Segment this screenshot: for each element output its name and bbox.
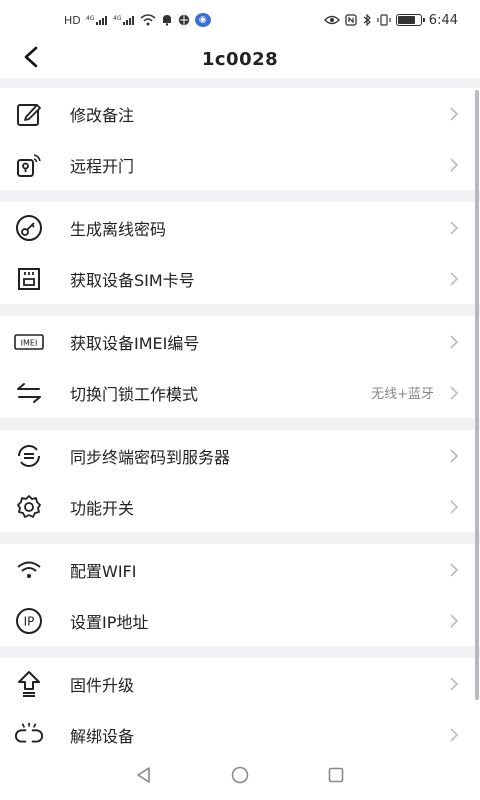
- signal-4g-icon: 4G: [86, 14, 108, 26]
- menu-item-configure-wifi[interactable]: 配置WIFI: [0, 544, 480, 595]
- sync-icon: [14, 441, 44, 471]
- settings-list[interactable]: 修改备注 远程开门 生成离线密码 获取设备SIM卡号 IMEI 获取设备IMEI…: [0, 78, 480, 760]
- menu-group: IMEI 获取设备IMEI编号 切换门锁工作模式 无线+蓝牙: [0, 316, 480, 418]
- triangle-back-icon: [134, 765, 154, 789]
- upgrade-icon: [14, 669, 44, 699]
- menu-item-set-ip[interactable]: IP 设置IP地址: [0, 595, 480, 646]
- menu-item-label: 解绑设备: [70, 726, 135, 746]
- menu-item-label: 配置WIFI: [70, 561, 137, 581]
- battery-icon: [395, 14, 425, 26]
- menu-item-offline-password[interactable]: 生成离线密码: [0, 202, 480, 253]
- chevron-right-icon: [448, 106, 460, 122]
- chevron-right-icon: [448, 562, 460, 578]
- chevron-right-icon: [448, 448, 460, 464]
- chevron-right-icon: [448, 157, 460, 173]
- wifi-icon: [14, 555, 44, 585]
- page-title: 1c0028: [201, 48, 279, 70]
- svg-text:4G: 4G: [86, 15, 95, 22]
- chevron-right-icon: [448, 613, 460, 629]
- menu-item-sim-number[interactable]: 获取设备SIM卡号: [0, 253, 480, 304]
- svg-text:IMEI: IMEI: [21, 338, 38, 347]
- system-back-button[interactable]: [131, 764, 157, 790]
- globe-icon: [178, 14, 190, 26]
- circle-home-icon: [230, 765, 250, 789]
- vibrate-icon: [377, 14, 391, 26]
- eye-icon: [323, 15, 340, 25]
- menu-item-label: 修改备注: [70, 105, 135, 125]
- chevron-right-icon: [448, 727, 460, 743]
- menu-item-label: 生成离线密码: [70, 219, 167, 239]
- ip-icon: IP: [14, 606, 44, 636]
- menu-item-label: 远程开门: [70, 156, 135, 176]
- menu-item-feature-switch[interactable]: 功能开关: [0, 481, 480, 532]
- menu-item-label: 切换门锁工作模式: [70, 384, 199, 404]
- menu-item-label: 设置IP地址: [70, 612, 149, 632]
- chevron-right-icon: [448, 385, 460, 401]
- menu-item-label: 固件升级: [70, 675, 135, 695]
- system-recents-button[interactable]: [323, 764, 349, 790]
- system-home-button[interactable]: [227, 764, 253, 790]
- scrollbar[interactable]: [475, 90, 479, 700]
- menu-item-edit-remark[interactable]: 修改备注: [0, 88, 480, 139]
- system-navigation-bar: [0, 754, 480, 800]
- chevron-right-icon: [448, 220, 460, 236]
- menu-item-label: 功能开关: [70, 498, 135, 518]
- menu-group: 同步终端密码到服务器 功能开关: [0, 430, 480, 532]
- menu-item-label: 同步终端密码到服务器: [70, 447, 231, 467]
- app-notification-icon: ◉: [194, 13, 211, 27]
- menu-item-lock-mode[interactable]: 切换门锁工作模式 无线+蓝牙: [0, 367, 480, 418]
- key-icon: [14, 213, 44, 243]
- wifi-status-icon: [140, 14, 156, 26]
- sim-card-icon: [14, 264, 44, 294]
- menu-item-unbind-device[interactable]: 解绑设备: [0, 709, 480, 760]
- hd-icon: HD: [64, 13, 81, 27]
- switch-arrows-icon: [14, 378, 44, 408]
- edit-icon: [14, 99, 44, 129]
- ip-icon-text: IP: [24, 614, 35, 628]
- signal-4g-icon-2: 4G: [113, 14, 135, 26]
- chevron-right-icon: [448, 499, 460, 515]
- svg-text:4G: 4G: [113, 15, 122, 22]
- nfc-icon: [345, 14, 357, 26]
- back-button[interactable]: [16, 44, 46, 74]
- chevron-left-icon: [22, 46, 40, 72]
- menu-item-remote-open[interactable]: 远程开门: [0, 139, 480, 190]
- menu-item-label: 获取设备SIM卡号: [70, 270, 195, 290]
- remote-open-icon: [14, 150, 44, 180]
- menu-group: 修改备注 远程开门: [0, 88, 480, 190]
- menu-item-firmware-upgrade[interactable]: 固件升级: [0, 658, 480, 709]
- imei-icon: IMEI: [14, 327, 44, 357]
- menu-item-label: 获取设备IMEI编号: [70, 333, 200, 353]
- bell-icon: [161, 14, 173, 26]
- status-time: 6:44: [428, 12, 458, 28]
- status-bar: HD 4G 4G ◉ 6:44: [0, 0, 480, 40]
- square-recents-icon: [326, 765, 346, 789]
- status-left: HD 4G 4G ◉: [64, 13, 211, 27]
- menu-group: 固件升级 解绑设备: [0, 658, 480, 760]
- menu-group: 生成离线密码 获取设备SIM卡号: [0, 202, 480, 304]
- status-right: 6:44: [323, 12, 458, 28]
- menu-item-imei[interactable]: IMEI 获取设备IMEI编号: [0, 316, 480, 367]
- chevron-right-icon: [448, 676, 460, 692]
- menu-group: 配置WIFI IP 设置IP地址: [0, 544, 480, 646]
- header-bar: 1c0028: [0, 40, 480, 78]
- chevron-right-icon: [448, 271, 460, 287]
- gear-icon: [14, 492, 44, 522]
- bluetooth-icon: [362, 14, 372, 26]
- lock-mode-value: 无线+蓝牙: [371, 387, 434, 402]
- chevron-right-icon: [448, 334, 460, 350]
- menu-item-sync-password[interactable]: 同步终端密码到服务器: [0, 430, 480, 481]
- unbind-icon: [14, 720, 44, 750]
